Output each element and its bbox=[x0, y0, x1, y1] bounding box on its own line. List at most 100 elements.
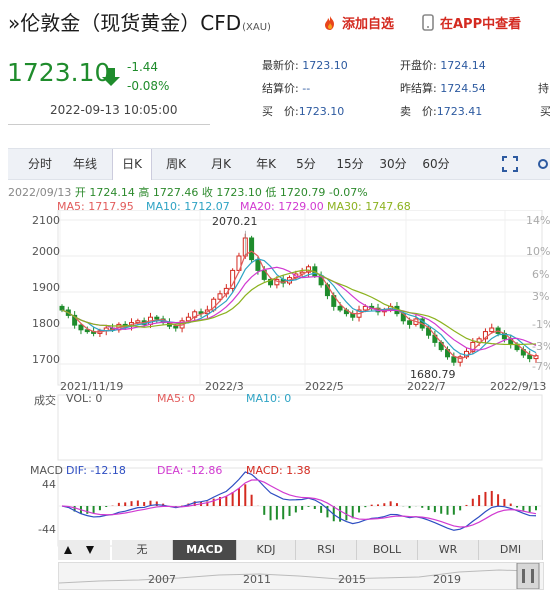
dea-line bbox=[61, 479, 537, 528]
vol-ma10: MA10: 0 bbox=[246, 392, 292, 405]
buy-row: 买 价:1723.10 bbox=[262, 103, 344, 119]
title-prefix: » bbox=[8, 11, 21, 35]
vol-value: VOL: 0 bbox=[66, 392, 103, 405]
title-code: (XAU) bbox=[242, 22, 271, 33]
view-in-app-button[interactable]: 在APP中查看 bbox=[422, 13, 521, 32]
timeline-sparkline bbox=[59, 563, 540, 589]
settle-label: 结算价: bbox=[262, 82, 299, 95]
candle-body bbox=[489, 327, 495, 333]
price-plot-frame bbox=[57, 210, 543, 386]
x-label-1: 2022/3 bbox=[205, 380, 244, 393]
latest-price-row: 最新价: 1723.10 bbox=[262, 57, 348, 73]
prev-settle-value: 1724.54 bbox=[440, 82, 486, 95]
indicator-macd[interactable]: MACD bbox=[173, 540, 237, 560]
indicator-rsi[interactable]: RSI bbox=[296, 540, 357, 560]
current-price: 1723.10 bbox=[7, 58, 111, 87]
tab-intraday[interactable]: 分时 bbox=[20, 149, 60, 179]
indicator-kdj[interactable]: KDJ bbox=[237, 540, 296, 560]
quote-timestamp: 2022-09-13 10:05:00 bbox=[50, 103, 178, 117]
nav-down-icon[interactable] bbox=[85, 545, 95, 555]
candle-body bbox=[135, 320, 141, 324]
macd-dif: DIF: -12.18 bbox=[66, 464, 126, 477]
vol-ma5: MA5: 0 bbox=[157, 392, 196, 405]
tab-yearly-k[interactable]: 年K bbox=[246, 149, 286, 179]
indicator-boll[interactable]: BOLL bbox=[357, 540, 418, 560]
y-label-1900: 1900 bbox=[32, 281, 60, 294]
change-value: -1.44 bbox=[127, 60, 159, 74]
settle-value: -- bbox=[302, 82, 311, 95]
nav-arrows bbox=[58, 540, 110, 560]
indicator-none[interactable]: 无 bbox=[112, 540, 173, 560]
period-tabs: 分时 年线 日K 周K 月K 年K 5分 15分 30分 60分 bbox=[8, 148, 550, 180]
nav-up-icon[interactable] bbox=[63, 545, 73, 555]
tab-year-line[interactable]: 年线 bbox=[65, 149, 105, 179]
x-label-4: 2022/9/13 bbox=[490, 380, 547, 393]
indicator-wr[interactable]: WR bbox=[418, 540, 479, 560]
y-label-2100: 2100 bbox=[32, 214, 60, 227]
candle-body bbox=[173, 325, 179, 329]
info-pct: -0.07% bbox=[328, 186, 368, 199]
dif-line bbox=[61, 471, 537, 531]
open-label: 开盘价: bbox=[400, 59, 437, 72]
buy-value: 1723.10 bbox=[298, 105, 345, 118]
down-arrow-icon bbox=[102, 68, 120, 86]
latest-value: 1723.10 bbox=[302, 59, 348, 72]
pct-label-6: -7% bbox=[532, 360, 550, 373]
open-row: 开盘价: 1724.14 bbox=[400, 57, 486, 73]
candle-body bbox=[78, 324, 84, 331]
max-price-label: 2070.21 bbox=[212, 215, 258, 228]
candle-body bbox=[59, 305, 65, 311]
phone-icon bbox=[422, 14, 434, 31]
candle-body bbox=[337, 305, 343, 311]
settings-icon[interactable] bbox=[536, 157, 550, 171]
sell-label: 卖 价: bbox=[400, 105, 437, 118]
tab-15min[interactable]: 15分 bbox=[330, 149, 370, 179]
cut-label: 买 bbox=[540, 105, 550, 118]
candle-body bbox=[249, 237, 255, 261]
indicator-dmi[interactable]: DMI bbox=[479, 540, 543, 560]
ma5-line bbox=[61, 250, 537, 360]
view-in-app-label: 在APP中查看 bbox=[440, 17, 522, 32]
pct-label-5: -3% bbox=[532, 340, 550, 353]
timeline-year-0: 2007 bbox=[148, 573, 176, 586]
add-favorite-button[interactable]: 添加自选 bbox=[322, 13, 394, 32]
tab-weekly-k[interactable]: 周K bbox=[156, 149, 196, 179]
latest-label: 最新价: bbox=[262, 59, 299, 72]
prev-settle-row: 昨结算: 1724.54 bbox=[400, 80, 486, 96]
sell-row: 卖 价:1723.41 bbox=[400, 103, 482, 119]
y-label-1800: 1800 bbox=[32, 317, 60, 330]
info-low: 低 1720.79 bbox=[265, 186, 326, 199]
flame-icon bbox=[325, 15, 334, 30]
candle-body bbox=[451, 356, 457, 363]
divider bbox=[8, 124, 210, 125]
fullscreen-icon[interactable] bbox=[502, 156, 518, 172]
timeline-year-2: 2015 bbox=[338, 573, 366, 586]
buy-label: 买 价: bbox=[262, 105, 299, 118]
x-label-2: 2022/5 bbox=[305, 380, 344, 393]
macd-dea: DEA: -12.86 bbox=[157, 464, 223, 477]
info-close: 收 1723.10 bbox=[201, 186, 262, 199]
macd-plot-frame bbox=[57, 467, 543, 547]
pct-label-0: 14% bbox=[526, 214, 550, 227]
y-label-2000: 2000 bbox=[32, 245, 60, 258]
candle-body bbox=[362, 305, 368, 311]
tab-5min[interactable]: 5分 bbox=[288, 149, 324, 179]
pct-label-3: 3% bbox=[532, 290, 550, 303]
tab-monthly-k[interactable]: 月K bbox=[201, 149, 241, 179]
tab-60min[interactable]: 60分 bbox=[416, 149, 456, 179]
candle-body bbox=[407, 320, 413, 325]
info-high: 高 1727.46 bbox=[138, 186, 199, 199]
macd-title: MACD bbox=[30, 464, 63, 477]
pct-label-4: -1% bbox=[532, 318, 550, 331]
macd-value: MACD: 1.38 bbox=[246, 464, 311, 477]
add-favorite-label: 添加自选 bbox=[342, 17, 395, 32]
ohlc-info: 2022/09/13 开 1724.14 高 1727.46 收 1723.10… bbox=[8, 184, 368, 200]
tab-30min[interactable]: 30分 bbox=[373, 149, 413, 179]
pct-label-1: 10% bbox=[526, 245, 550, 258]
sell-value: 1723.41 bbox=[436, 105, 483, 118]
candle-body bbox=[527, 354, 533, 360]
timeline-navigator[interactable] bbox=[58, 562, 544, 590]
hold-label: 持 bbox=[538, 82, 549, 95]
tab-daily-k[interactable]: 日K bbox=[112, 149, 152, 180]
pct-label-2: 6% bbox=[532, 268, 550, 281]
